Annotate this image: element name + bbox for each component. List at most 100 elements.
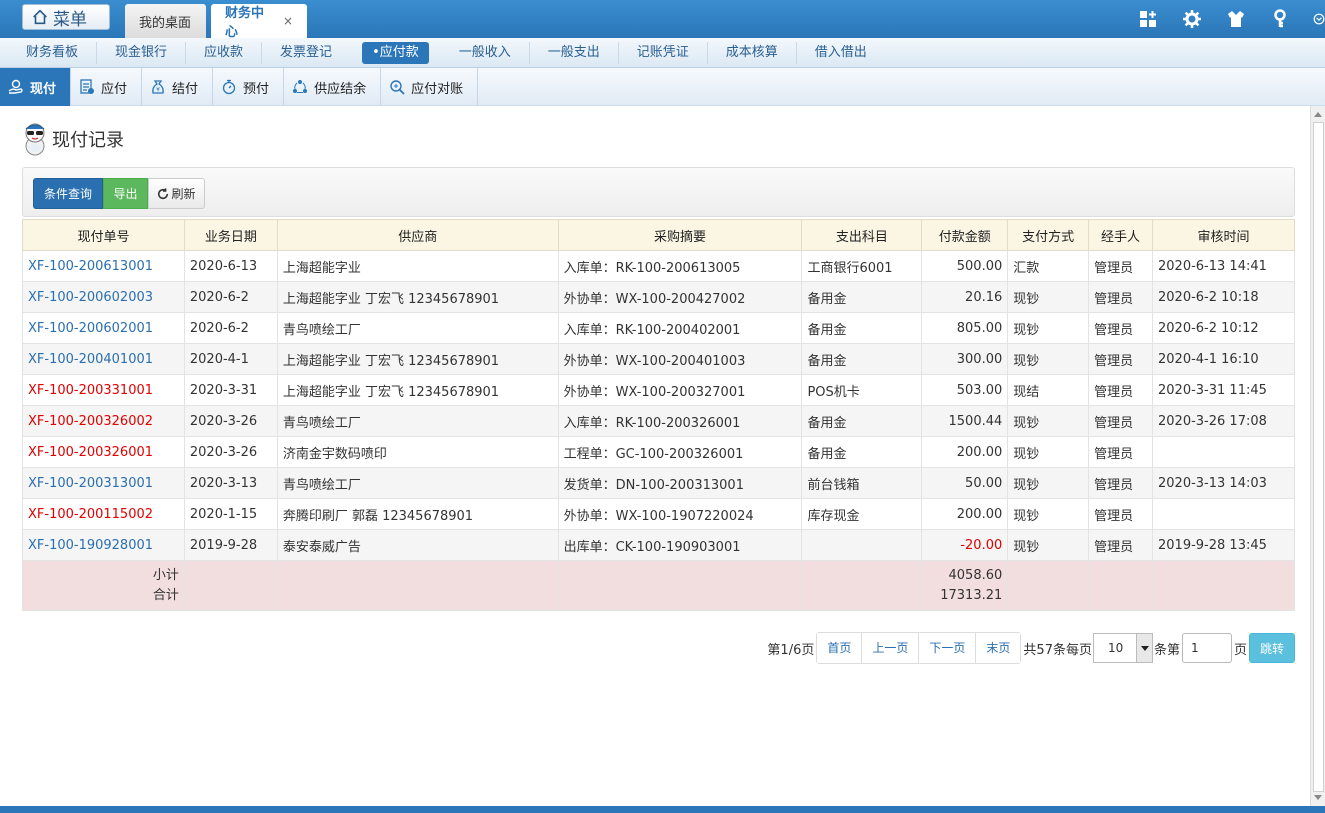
- cell-amount: 200.00: [921, 436, 1009, 468]
- jump-button[interactable]: 跳转: [1249, 633, 1295, 663]
- cell-account: 备用金: [801, 281, 923, 313]
- tab-label: 供应结余: [314, 81, 367, 97]
- table-row[interactable]: XF-100-200326002 2020-3-26 青鸟喷绘工厂 入库单：RK…: [22, 405, 1295, 437]
- header-account[interactable]: 支出科目: [801, 219, 923, 251]
- first-page-button[interactable]: 首页: [817, 633, 863, 663]
- cell-account: 工商银行6001: [801, 250, 923, 282]
- table-row[interactable]: XF-100-190928001 2019-9-28 泰安泰威广告 出库单：CK…: [22, 529, 1295, 561]
- page-info: 第1/6页: [767, 642, 815, 658]
- table-row[interactable]: XF-100-200326001 2020-3-26 济南金宇数码喷印 工程单：…: [22, 436, 1295, 468]
- magnifier-icon: [390, 80, 405, 95]
- cell-handler: 管理员: [1088, 498, 1154, 530]
- prev-page-button[interactable]: 上一页: [862, 633, 920, 663]
- summary-empty: [276, 560, 559, 611]
- payment-no-link[interactable]: XF-100-190928001: [22, 529, 185, 561]
- scroll-down-icon[interactable]: [1314, 795, 1322, 800]
- collapse-icon[interactable]: [1313, 8, 1325, 30]
- tab-cash-payment[interactable]: 现付: [0, 68, 72, 106]
- per-page-select[interactable]: 10: [1092, 633, 1153, 663]
- table-row[interactable]: XF-100-200401001 2020-4-1 上海超能字业 丁宏飞 123…: [22, 343, 1295, 375]
- scroll-thumb[interactable]: [1313, 122, 1324, 792]
- shirt-icon[interactable]: [1225, 8, 1247, 30]
- payment-no-link[interactable]: XF-100-200331001: [22, 374, 185, 406]
- cell-handler: 管理员: [1088, 312, 1154, 344]
- table-row[interactable]: XF-100-200115002 2020-1-15 奔腾印刷厂 郭磊 1234…: [22, 498, 1295, 530]
- total-count-text: 共57条每页: [1023, 642, 1092, 658]
- page-suffix: 页: [1233, 642, 1247, 658]
- payment-no-link[interactable]: XF-100-200115002: [22, 498, 185, 530]
- cell-supplier: 青鸟喷绘工厂: [276, 467, 559, 499]
- menu-button[interactable]: 菜单: [22, 4, 110, 30]
- tab-payable[interactable]: 应付: [71, 68, 143, 106]
- cell-supplier: 上海超能字业 丁宏飞 12345678901: [276, 281, 559, 313]
- cell-date: 2019-9-28: [183, 529, 278, 561]
- module-general-income[interactable]: 一般收入: [441, 41, 530, 64]
- next-page-button[interactable]: 下一页: [919, 633, 977, 663]
- table-row[interactable]: XF-100-200613001 2020-6-13 上海超能字业 入库单：RK…: [22, 250, 1295, 282]
- payment-no-link[interactable]: XF-100-200326001: [22, 436, 185, 468]
- cell-date: 2020-6-2: [183, 281, 278, 313]
- gear-icon[interactable]: [1181, 8, 1203, 30]
- cell-account: 备用金: [801, 312, 923, 344]
- toolbar: 条件查询 导出 刷新: [22, 167, 1295, 217]
- header-supplier[interactable]: 供应商: [276, 219, 559, 251]
- table-row[interactable]: XF-100-200602001 2020-6-2 青鸟喷绘工厂 入库单：RK-…: [22, 312, 1295, 344]
- table-row[interactable]: XF-100-200331001 2020-3-31 上海超能字业 丁宏飞 12…: [22, 374, 1295, 406]
- header-audit-time[interactable]: 审核时间: [1152, 219, 1295, 251]
- payment-no-link[interactable]: XF-100-200602001: [22, 312, 185, 344]
- module-cash-bank[interactable]: 现金银行: [97, 41, 187, 64]
- payment-no-link[interactable]: XF-100-200313001: [22, 467, 185, 499]
- module-payables[interactable]: •应付款: [362, 41, 429, 64]
- payment-no-link[interactable]: XF-100-200401001: [22, 343, 185, 375]
- cell-audit-time: [1152, 436, 1295, 468]
- summary-values: 4058.60 17313.21: [921, 560, 1009, 611]
- cell-handler: 管理员: [1088, 467, 1154, 499]
- header-amount[interactable]: 付款金额: [921, 219, 1009, 251]
- payment-no-link[interactable]: XF-100-200613001: [22, 250, 185, 282]
- apps-icon[interactable]: [1137, 8, 1159, 30]
- cell-method: 现钞: [1007, 436, 1090, 468]
- cell-amount: 500.00: [921, 250, 1009, 282]
- module-borrow-lend[interactable]: 借入借出: [797, 42, 885, 64]
- close-icon[interactable]: ×: [283, 14, 293, 28]
- module-voucher[interactable]: 记账凭证: [619, 41, 708, 64]
- vertical-scrollbar[interactable]: [1310, 106, 1325, 806]
- cell-supplier: 上海超能字业 丁宏飞 12345678901: [276, 374, 559, 406]
- key-icon[interactable]: [1269, 8, 1291, 30]
- tab-my-desktop[interactable]: 我的桌面: [125, 4, 206, 38]
- cell-method: 现钞: [1007, 498, 1090, 530]
- payment-no-link[interactable]: XF-100-200602003: [22, 281, 185, 313]
- tab-reconcile[interactable]: 应付对账: [381, 68, 479, 106]
- tab-finance-center[interactable]: 财务中心 ×: [211, 4, 307, 40]
- refresh-button[interactable]: 刷新: [148, 178, 205, 209]
- tab-prepay[interactable]: 预付: [213, 68, 285, 106]
- header-handler[interactable]: 经手人: [1088, 219, 1154, 251]
- module-invoice[interactable]: 发票登记: [262, 42, 350, 64]
- cell-method: 现钞: [1007, 529, 1090, 561]
- summary-empty: [1088, 560, 1154, 611]
- scroll-up-icon[interactable]: [1314, 112, 1322, 117]
- page-number-input[interactable]: 1: [1181, 633, 1232, 663]
- cell-account: 前台钱箱: [801, 467, 923, 499]
- table-row[interactable]: XF-100-200313001 2020-3-13 青鸟喷绘工厂 发货单：DN…: [22, 467, 1295, 499]
- chevron-down-icon[interactable]: [1135, 634, 1152, 662]
- table-row[interactable]: XF-100-200602003 2020-6-2 上海超能字业 丁宏飞 123…: [22, 281, 1295, 313]
- module-receivables[interactable]: 应收款: [186, 41, 263, 64]
- payment-no-link[interactable]: XF-100-200326002: [22, 405, 185, 437]
- last-page-button[interactable]: 末页: [976, 633, 1021, 663]
- stopwatch-icon: [222, 79, 236, 95]
- tab-settle[interactable]: ¥ 结付: [142, 68, 214, 106]
- tab-supplier-balance[interactable]: 供应结余: [284, 68, 382, 106]
- header-summary[interactable]: 采购摘要: [557, 219, 803, 251]
- cell-handler: 管理员: [1088, 529, 1154, 561]
- cell-amount: 805.00: [921, 312, 1009, 344]
- module-general-expense[interactable]: 一般支出: [530, 41, 619, 64]
- hand-coin-icon: [8, 79, 23, 94]
- header-method[interactable]: 支付方式: [1007, 219, 1090, 251]
- export-button[interactable]: 导出: [103, 178, 148, 209]
- header-date[interactable]: 业务日期: [183, 219, 278, 251]
- query-button[interactable]: 条件查询: [33, 178, 103, 209]
- module-dashboard[interactable]: 财务看板: [8, 41, 98, 64]
- header-no[interactable]: 现付单号: [22, 219, 185, 251]
- module-cost-accounting[interactable]: 成本核算: [708, 41, 797, 64]
